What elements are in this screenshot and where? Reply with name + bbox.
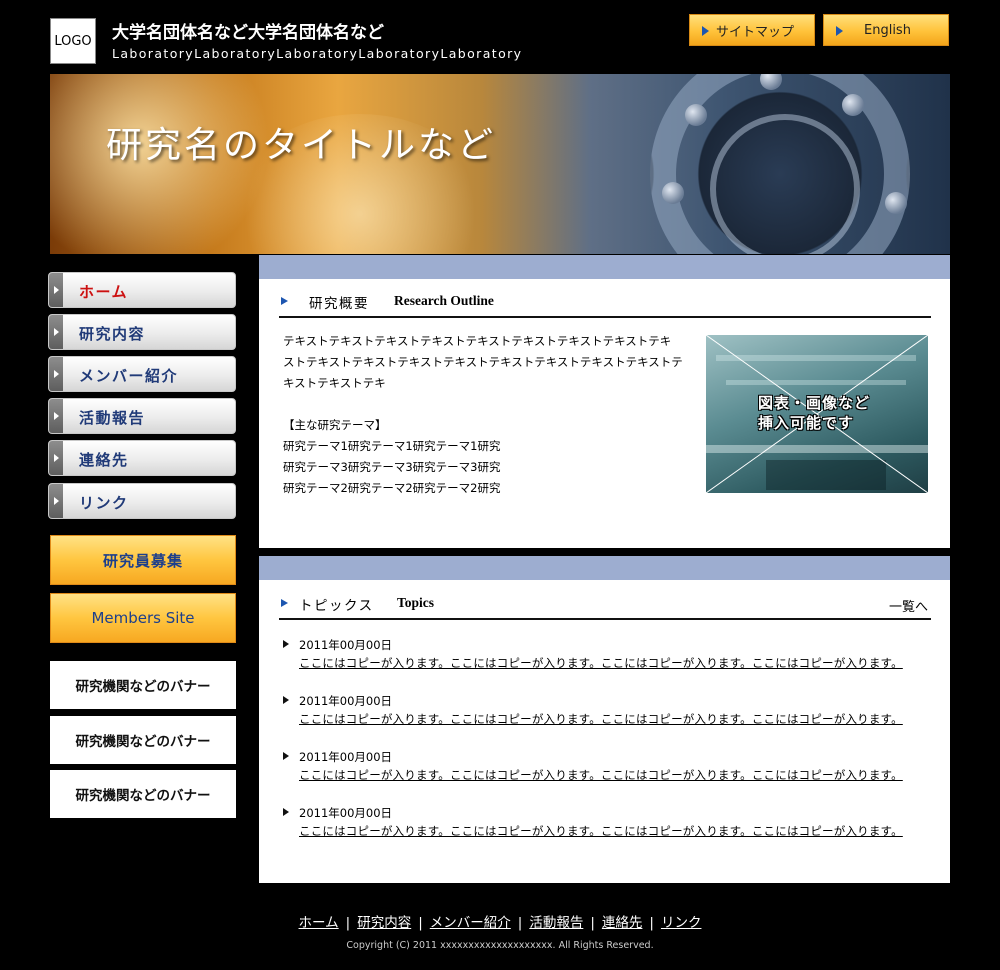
section-heading: トピックス Topics 一覧へ bbox=[279, 590, 931, 620]
text-line: ストテキストテキストテキストテキストテキストテキストテキストテキストテ bbox=[283, 355, 683, 369]
outline-text: テキストテキストテキストテキストテキストテキストテキストテキストテキ ストテキス… bbox=[283, 331, 683, 394]
arrow-right-icon bbox=[49, 315, 63, 349]
english-button-label: English bbox=[864, 22, 911, 38]
arrow-right-icon bbox=[281, 297, 288, 305]
footer-link-research[interactable]: 研究内容 bbox=[357, 915, 411, 931]
section-title-en: Topics bbox=[397, 595, 435, 610]
section-title-jp: 研究概要 bbox=[309, 296, 369, 312]
partner-banner-label: 研究機関などのバナー bbox=[75, 788, 211, 804]
lab-image-placeholder: 図表・画像など 挿入可能です bbox=[706, 335, 928, 493]
nav-label: リンク bbox=[79, 494, 129, 512]
footer-nav: ホーム | 研究内容 | メンバー紹介 | 活動報告 | 連絡先 | リンク bbox=[298, 915, 702, 931]
nav-label: メンバー紹介 bbox=[79, 367, 179, 385]
footer-link-home[interactable]: ホーム bbox=[299, 915, 339, 931]
recruit-button-label: 研究員募集 bbox=[102, 551, 183, 570]
partner-banner-label: 研究機関などのバナー bbox=[75, 734, 211, 750]
nav-research[interactable]: 研究内容 bbox=[48, 314, 236, 350]
theme-item: 研究テーマ1研究テーマ1研究テーマ1研究 bbox=[283, 439, 501, 453]
arrow-right-icon bbox=[281, 599, 288, 607]
partner-banner-label: 研究機関などのバナー bbox=[75, 679, 211, 695]
arrow-right-icon bbox=[283, 752, 289, 760]
figure-caption: 図表・画像など 挿入可能です bbox=[758, 394, 871, 432]
arrow-right-icon bbox=[283, 696, 289, 704]
section-title-en: Research Outline bbox=[394, 293, 494, 308]
english-button[interactable]: English bbox=[823, 14, 949, 46]
logo[interactable]: LOGO bbox=[50, 18, 96, 64]
topic-date: 2011年00月00日 bbox=[299, 638, 393, 652]
section-title-jp: トピックス bbox=[299, 598, 374, 614]
footer-link-links[interactable]: リンク bbox=[661, 915, 702, 931]
topic-link[interactable]: ここにはコピーが入ります。ここにはコピーが入ります。ここにはコピーが入ります。こ… bbox=[299, 766, 903, 785]
arrow-right-icon bbox=[836, 26, 843, 36]
research-outline-panel: 研究概要 Research Outline テキストテキストテキストテキストテキ… bbox=[259, 255, 950, 548]
nav-contact[interactable]: 連絡先 bbox=[48, 440, 236, 476]
topic-link[interactable]: ここにはコピーが入ります。ここにはコピーが入ります。ここにはコピーが入ります。こ… bbox=[299, 822, 903, 841]
sitemap-button[interactable]: サイトマップ bbox=[689, 14, 815, 46]
partner-banner[interactable]: 研究機関などのバナー bbox=[50, 770, 236, 818]
nav-members[interactable]: メンバー紹介 bbox=[48, 356, 236, 392]
recruit-button[interactable]: 研究員募集 bbox=[50, 535, 236, 585]
text-line: キストテキストテキ bbox=[283, 376, 386, 390]
copyright: Copyright (C) 2011 xxxxxxxxxxxxxxxxxxxx.… bbox=[346, 940, 654, 951]
text-line: テキストテキストテキストテキストテキストテキストテキストテキストテキ bbox=[283, 334, 672, 348]
hero-title: 研究名のタイトルなど bbox=[106, 125, 497, 166]
nav-label: 活動報告 bbox=[79, 409, 146, 427]
nav-links[interactable]: リンク bbox=[48, 483, 236, 519]
theme-item: 研究テーマ3研究テーマ3研究テーマ3研究 bbox=[283, 460, 501, 474]
arrow-right-icon bbox=[283, 640, 289, 648]
hero-banner: 研究名のタイトルなど bbox=[50, 74, 950, 254]
sitemap-button-label: サイトマップ bbox=[716, 24, 795, 40]
footer-link-members[interactable]: メンバー紹介 bbox=[430, 915, 511, 931]
section-bar bbox=[259, 255, 950, 279]
members-site-button-label: Members Site bbox=[91, 609, 195, 627]
footer-link-contact[interactable]: 連絡先 bbox=[602, 915, 643, 931]
nav-label: 連絡先 bbox=[79, 451, 129, 469]
research-themes: 【主な研究テーマ】 研究テーマ1研究テーマ1研究テーマ1研究 研究テーマ3研究テ… bbox=[283, 415, 663, 499]
topic-date: 2011年00月00日 bbox=[299, 694, 393, 708]
nav-activity[interactable]: 活動報告 bbox=[48, 398, 236, 434]
topic-link[interactable]: ここにはコピーが入ります。ここにはコピーが入ります。ここにはコピーが入ります。こ… bbox=[299, 654, 903, 673]
nav-label: 研究内容 bbox=[79, 325, 146, 343]
topic-link[interactable]: ここにはコピーが入ります。ここにはコピーが入ります。ここにはコピーが入ります。こ… bbox=[299, 710, 903, 729]
theme-item: 研究テーマ2研究テーマ2研究テーマ2研究 bbox=[283, 481, 501, 495]
nav-label: ホーム bbox=[79, 283, 129, 301]
arrow-right-icon bbox=[49, 441, 63, 475]
partner-banner[interactable]: 研究機関などのバナー bbox=[50, 716, 236, 764]
members-site-button[interactable]: Members Site bbox=[50, 593, 236, 643]
arrow-right-icon bbox=[283, 808, 289, 816]
arrow-right-icon bbox=[49, 273, 63, 307]
topic-date: 2011年00月00日 bbox=[299, 806, 393, 820]
partner-banner[interactable]: 研究機関などのバナー bbox=[50, 661, 236, 709]
topic-date: 2011年00月00日 bbox=[299, 750, 393, 764]
topics-panel: トピックス Topics 一覧へ 2011年00月00日 ここにはコピーが入りま… bbox=[259, 556, 950, 883]
arrow-right-icon bbox=[702, 26, 709, 36]
section-bar bbox=[259, 556, 950, 580]
org-subtitle: LaboratoryLaboratoryLaboratoryLaboratory… bbox=[112, 46, 523, 61]
arrow-right-icon bbox=[49, 399, 63, 433]
arrow-right-icon bbox=[49, 357, 63, 391]
topics-list-link[interactable]: 一覧へ bbox=[889, 596, 928, 615]
org-name: 大学名団体名など大学名団体名など bbox=[112, 23, 384, 43]
footer-link-activity[interactable]: 活動報告 bbox=[529, 915, 583, 931]
arrow-right-icon bbox=[49, 484, 63, 518]
section-heading: 研究概要 Research Outline bbox=[279, 288, 931, 318]
nav-home[interactable]: ホーム bbox=[48, 272, 236, 308]
themes-heading: 【主な研究テーマ】 bbox=[283, 418, 387, 432]
